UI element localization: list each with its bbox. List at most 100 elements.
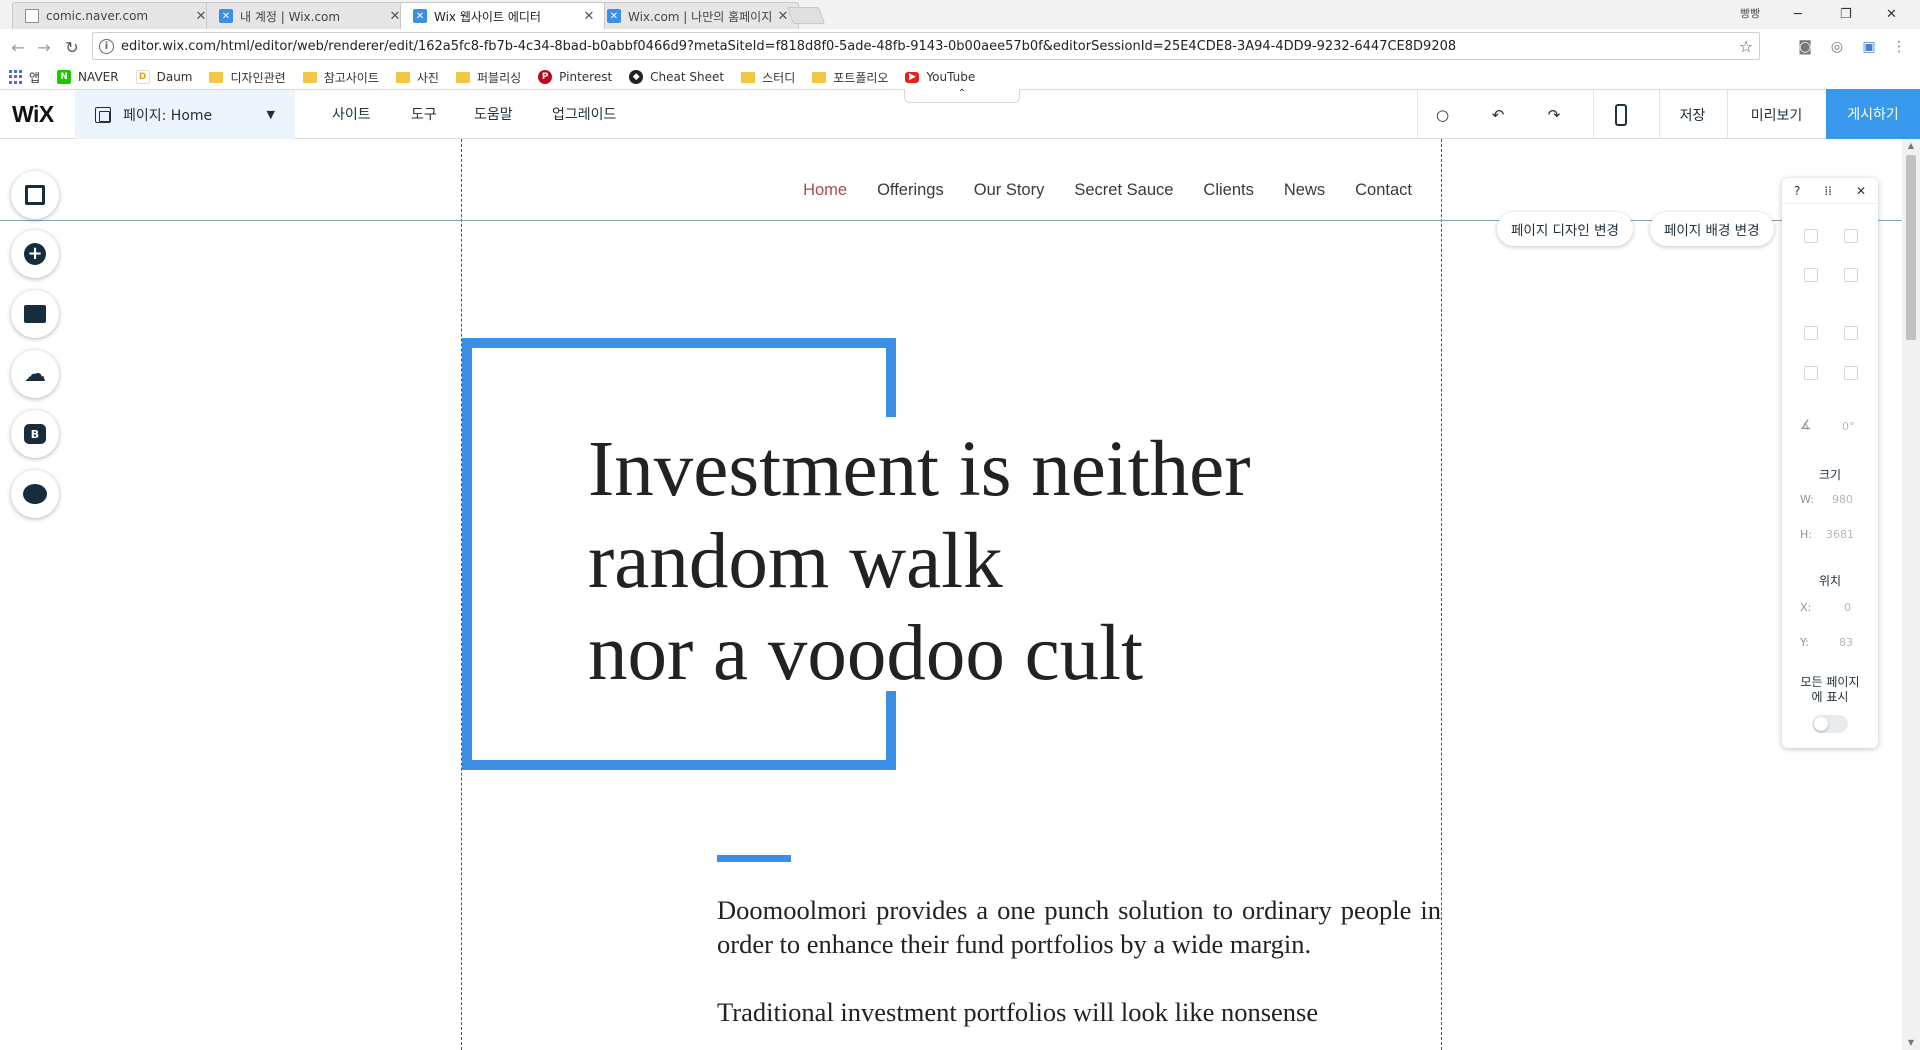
nav-home[interactable]: Home	[803, 181, 847, 200]
undo-button[interactable]: ↶	[1473, 90, 1523, 139]
redo-button[interactable]: ↷	[1529, 90, 1579, 139]
chat-button[interactable]	[11, 470, 59, 518]
distribute-icon[interactable]	[1804, 366, 1818, 380]
restore-icon[interactable]: ❐	[1840, 0, 1860, 29]
bookmark-folder[interactable]: 스터디	[741, 69, 795, 86]
mobile-view-button[interactable]	[1593, 90, 1648, 139]
translate-icon[interactable]: ▣	[1860, 38, 1878, 56]
change-page-background-button[interactable]: 페이지 배경 변경	[1650, 212, 1774, 246]
duplicate-icon[interactable]	[1804, 268, 1818, 282]
app-market-button[interactable]	[11, 290, 59, 338]
add-button[interactable]: +	[11, 230, 59, 278]
minimize-icon[interactable]: ─	[1794, 0, 1814, 29]
browser-tab[interactable]: ✕ Wix.com | 나만의 홈페이지 ✕	[594, 2, 799, 29]
forward-icon[interactable]: →	[34, 37, 54, 57]
inspector-header: ? ⁞⁞ ✕	[1782, 178, 1878, 204]
blog-icon: B	[24, 424, 46, 444]
collapse-toolbar-handle[interactable]: ⌃	[904, 89, 1020, 103]
close-window-icon[interactable]: ✕	[1886, 0, 1906, 29]
menus-pages-button[interactable]	[11, 171, 59, 219]
bookmark-daum[interactable]: D Daum	[135, 70, 192, 84]
rotation-value[interactable]: 0°	[1842, 420, 1855, 433]
close-icon[interactable]: ✕	[582, 9, 596, 24]
address-bar[interactable]: i editor.wix.com/html/editor/web/rendere…	[92, 32, 1760, 60]
bookmark-folder[interactable]: 디자인관련	[209, 69, 286, 86]
close-icon[interactable]: ✕	[1856, 184, 1866, 198]
arrange-icon[interactable]	[1804, 326, 1818, 340]
show-on-all-pages-toggle[interactable]	[1812, 715, 1848, 733]
nav-our-story[interactable]: Our Story	[974, 181, 1045, 200]
bookmark-cheat-sheet[interactable]: ◆ Cheat Sheet	[629, 70, 724, 84]
naver-icon: N	[57, 70, 72, 84]
headline-line: random walk	[588, 518, 1003, 605]
zoom-button[interactable]: ○	[1417, 90, 1467, 139]
new-tab-button[interactable]	[786, 7, 826, 24]
square-icon	[25, 185, 45, 205]
browser-tab-active[interactable]: ✕ Wix 웹사이트 에디터 ✕	[400, 2, 605, 29]
menu-help[interactable]: 도움말	[474, 104, 513, 124]
save-button[interactable]: 저장	[1659, 90, 1725, 139]
bookmark-folder[interactable]: 사진	[395, 69, 439, 86]
pinterest-icon: P	[538, 70, 553, 84]
extension-icon[interactable]: ◎	[1828, 38, 1846, 56]
paste-icon[interactable]	[1844, 229, 1858, 243]
delete-icon[interactable]	[1844, 268, 1858, 282]
folder-icon	[812, 71, 827, 83]
camera-icon[interactable]: ◙	[1796, 38, 1814, 56]
height-value[interactable]: 3681	[1826, 528, 1854, 541]
menu-upgrade[interactable]: 업그레이드	[552, 104, 616, 124]
nav-clients[interactable]: Clients	[1203, 181, 1253, 200]
bookmark-star-icon[interactable]: ☆	[1733, 37, 1759, 56]
menu-tools[interactable]: 도구	[411, 104, 437, 124]
page-selector[interactable]: 페이지: Home ▼	[75, 90, 295, 139]
bookmark-naver[interactable]: N NAVER	[57, 70, 119, 84]
align-icon[interactable]	[1844, 326, 1858, 340]
preview-button[interactable]: 미리보기	[1727, 90, 1825, 139]
drag-handle-icon[interactable]: ⁞⁞	[1824, 184, 1832, 198]
nav-secret-sauce[interactable]: Secret Sauce	[1074, 181, 1173, 200]
info-icon[interactable]: i	[99, 38, 114, 54]
hero-headline[interactable]: Investment is neither random walk nor a …	[588, 424, 1251, 700]
bookmark-folder[interactable]: 참고사이트	[302, 69, 379, 86]
bookmark-label: NAVER	[78, 70, 119, 84]
menu-site[interactable]: 사이트	[332, 104, 371, 124]
bookmarks-bar: 앱 N NAVER D Daum 디자인관련 참고사이트 사진 퍼블리싱 P P…	[0, 65, 1920, 89]
y-value[interactable]: 83	[1839, 636, 1853, 649]
y-label: Y:	[1800, 636, 1809, 649]
frame-right-bottom-border	[886, 691, 896, 770]
paragraph: Traditional investment portfolios will l…	[717, 997, 1319, 1027]
back-icon[interactable]: ←	[8, 37, 28, 57]
menu-icon[interactable]: ⋮	[1890, 38, 1908, 56]
change-page-design-button[interactable]: 페이지 디자인 변경	[1497, 212, 1633, 246]
bookmark-label: Pinterest	[559, 70, 613, 84]
bookmark-pinterest[interactable]: P Pinterest	[538, 70, 612, 84]
scroll-down-icon[interactable]: ▼	[1902, 1036, 1920, 1050]
reload-icon[interactable]: ↻	[62, 37, 82, 57]
browser-tab[interactable]: ✕ 내 계정 | Wix.com ✕	[206, 2, 411, 29]
search-icon: ○	[1435, 105, 1450, 124]
bookmark-apps[interactable]: 앱	[8, 69, 40, 86]
match-size-icon[interactable]	[1844, 366, 1858, 380]
bookmark-folder[interactable]: 포트폴리오	[812, 69, 888, 86]
wix-icon: ✕	[413, 9, 427, 23]
scroll-up-icon[interactable]: ▲	[1902, 139, 1920, 153]
browser-tab[interactable]: comic.naver.com ✕	[12, 2, 217, 29]
blog-button[interactable]: B	[11, 410, 59, 458]
nav-news[interactable]: News	[1284, 181, 1325, 200]
publish-button[interactable]: 게시하기	[1826, 89, 1920, 139]
width-value[interactable]: 980	[1832, 493, 1853, 506]
nav-offerings[interactable]: Offerings	[877, 181, 944, 200]
bookmark-folder[interactable]: 퍼블리싱	[455, 69, 521, 86]
profile-badge[interactable]: 빵빵	[1740, 5, 1760, 21]
vertical-scrollbar[interactable]: ▲ ▼	[1902, 139, 1920, 1050]
tab-title: comic.naver.com	[46, 9, 149, 23]
scrollbar-thumb[interactable]	[1906, 155, 1916, 340]
folder-icon	[395, 71, 410, 83]
nav-contact[interactable]: Contact	[1355, 181, 1412, 200]
x-value[interactable]: 0	[1844, 601, 1851, 614]
media-upload-button[interactable]: ☁	[11, 350, 59, 398]
help-icon[interactable]: ?	[1794, 184, 1800, 198]
bookmark-youtube[interactable]: ▶ YouTube	[905, 70, 975, 84]
intro-text[interactable]: Doomoolmori provides a one punch solutio…	[717, 893, 1441, 1050]
copy-icon[interactable]	[1804, 229, 1818, 243]
